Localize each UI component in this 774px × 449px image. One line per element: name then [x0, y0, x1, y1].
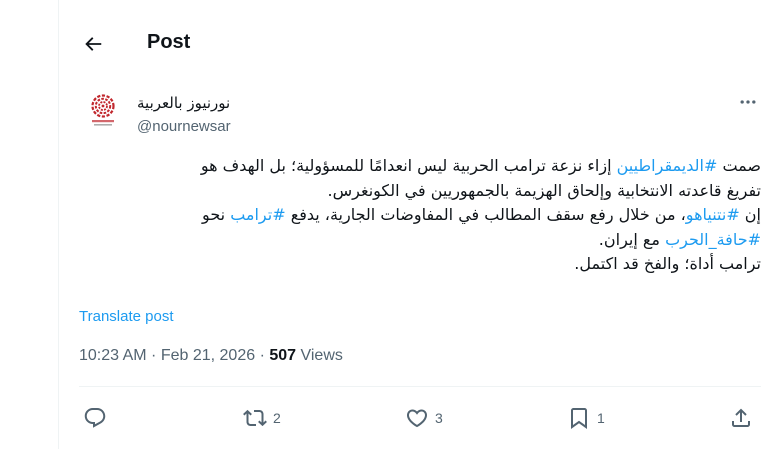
tweet-text-segment: مع إيران.: [598, 229, 666, 249]
more-options-button[interactable]: [735, 92, 761, 112]
views-label: Views: [296, 347, 343, 364]
tweet-text-segment: ، من خلال رفع سقف المطالب في المفاوضات ا…: [285, 205, 686, 224]
tweet-text-segment: صمت: [717, 156, 761, 175]
tweet-text-segment: إن: [739, 205, 761, 224]
author-name[interactable]: نورنيوز بالعربية: [137, 94, 230, 112]
repost-count: 2: [273, 410, 281, 426]
post-panel: Post نورنيوز بالعربية @nournewsar صمت #ا…: [58, 0, 774, 449]
bookmark-button[interactable]: 1: [567, 400, 605, 436]
like-button[interactable]: 3: [405, 400, 443, 436]
tweet-line-2: تفريغ قاعدته الانتخابية وإلحاق الهزيمة ب…: [327, 180, 761, 200]
reply-button[interactable]: [83, 400, 113, 436]
reply-icon: [84, 408, 106, 428]
bookmark-count: 1: [597, 410, 605, 426]
more-dots-icon: [740, 100, 756, 104]
tweet-line-4: #حافة_الحرب مع إيران.: [75, 228, 761, 253]
post-timestamp[interactable]: 10:23 AM · Feb 21, 2026 ·: [79, 347, 269, 364]
share-icon: [732, 408, 750, 427]
action-bar: 2 3 1: [59, 400, 774, 436]
page-title: Post: [147, 31, 191, 53]
hashtag-link[interactable]: #ترامب: [230, 205, 285, 224]
hashtag-link[interactable]: #حافة_الحرب: [665, 230, 761, 249]
avatar[interactable]: [83, 91, 123, 131]
arrow-left-icon: [85, 37, 102, 51]
nournews-logo-icon: [91, 94, 115, 126]
tweet-line-5: ترامب أداة؛ والفخ قد اكتمل.: [574, 254, 761, 273]
repost-button[interactable]: 2: [243, 400, 281, 436]
tweet-text-segment: نحو: [202, 205, 231, 224]
tweet-line-1: صمت #الديمقراطيين إزاء نزعة ترامب الحربي…: [75, 154, 761, 179]
back-button[interactable]: [79, 30, 107, 58]
heart-icon: [406, 409, 428, 428]
bookmark-icon: [571, 408, 587, 429]
author-handle[interactable]: @nournewsar: [137, 118, 231, 135]
post-meta: 10:23 AM · Feb 21, 2026 · 507 Views: [79, 347, 343, 365]
hashtag-link[interactable]: #الديمقراطيين: [617, 156, 718, 175]
translate-post-link[interactable]: Translate post: [79, 308, 174, 325]
like-count: 3: [435, 410, 443, 426]
tweet-line-3: إن #نتنياهو، من خلال رفع سقف المطالب في …: [75, 203, 761, 228]
tweet-text: صمت #الديمقراطيين إزاء نزعة ترامب الحربي…: [75, 154, 761, 277]
hashtag-link[interactable]: #نتنياهو: [686, 205, 740, 224]
divider: [79, 386, 761, 387]
views-count: 507: [269, 347, 297, 364]
share-button[interactable]: [729, 400, 753, 436]
post-header: Post: [59, 0, 774, 88]
tweet-text-segment: إزاء نزعة ترامب الحربية ليس انعدامًا للم…: [200, 156, 617, 175]
repost-icon: [243, 409, 267, 427]
